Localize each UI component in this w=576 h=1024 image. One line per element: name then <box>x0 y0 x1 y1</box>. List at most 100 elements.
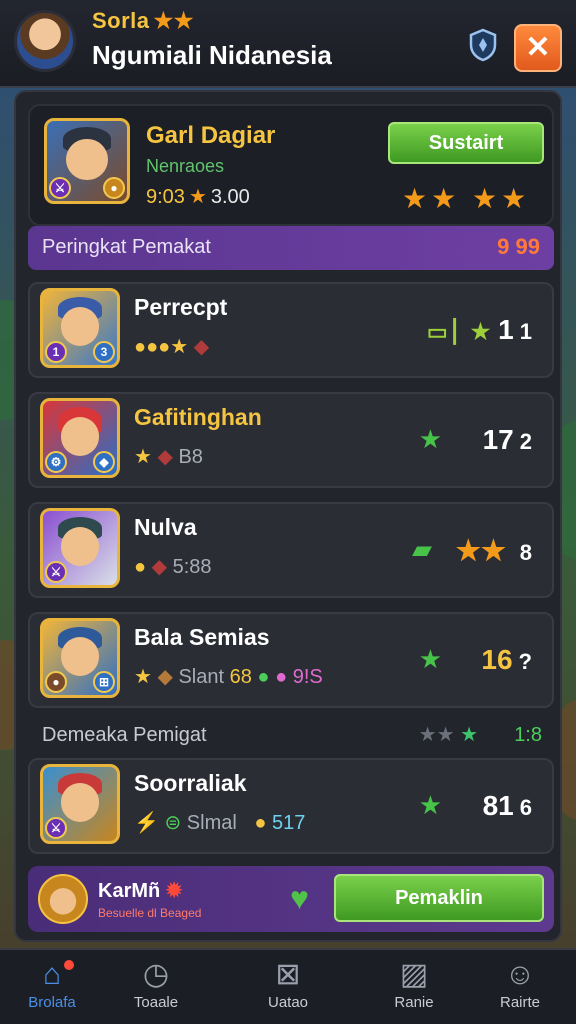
player-name-label: Nulva <box>134 514 197 540</box>
nav-label: Uatao <box>267 994 309 1011</box>
rank-badge-icon: ▭ ▏★ <box>426 319 491 344</box>
coin-icon: ●●●★ <box>134 336 189 358</box>
bottom-navigation: ⌂ Brolafa ◷ Toaale ⊠ Uatao ▨ Ranie ☺ Rai… <box>0 948 576 1024</box>
player-avatar[interactable] <box>14 10 76 72</box>
player-tag-stars: ★★ <box>153 8 194 33</box>
nav-item-ranie[interactable]: ▨ Ranie <box>364 956 464 1022</box>
featured-stat-time: 9:03 <box>146 186 185 208</box>
gem-icon: ◆ <box>151 556 168 578</box>
featured-name: Garl Dagiar <box>146 122 276 149</box>
player-name-label: Perrecpt <box>134 294 228 320</box>
rank-stars-icon: ★★ <box>455 535 506 566</box>
player-rank: ▭ ▏★ 11 <box>427 314 532 346</box>
leaf-icon: ▰ <box>412 534 432 564</box>
class-badge-icon: ⚔ <box>49 177 71 199</box>
leaderboard-row[interactable]: ⚔ Nulva ● ◆ 5:88 ▰ ★★ 8 <box>28 502 554 598</box>
section-value: 1:8 <box>514 724 542 746</box>
featured-stat-score: 3.00 <box>210 186 250 208</box>
coin-icon: ● <box>134 556 147 578</box>
section-title: Demeaka Pemigat <box>42 724 207 746</box>
shield-icon[interactable] <box>464 28 502 68</box>
player-rank: 16? <box>481 644 532 676</box>
coin-green-icon: ⊜ <box>164 812 182 834</box>
self-player-card[interactable]: KarMñ ✹ Besuelle dl Beaged ♥ Pemaklin <box>28 866 554 932</box>
resource-value: B8 <box>178 446 203 468</box>
leaf-icon: ★ <box>418 644 442 674</box>
class-badge-icon: ⚔ <box>45 817 67 839</box>
crossed-swords-icon[interactable]: ✕ <box>514 24 562 72</box>
ranking-header: Peringkat Pemakat 9 99 <box>28 226 554 270</box>
class-badge-icon: 1 <box>45 341 67 363</box>
resource-value: Slmal <box>186 812 237 834</box>
rank-value: 17 <box>482 424 514 455</box>
leaderboard-row[interactable]: ● ⊞ Bala Semias ★ ◆ Slant 68 ● ● 9!S ★ 1… <box>28 612 554 708</box>
notification-dot <box>64 960 74 970</box>
player-portrait: ⚔ <box>40 764 120 844</box>
rank-value: 1 <box>498 314 514 345</box>
gem-icon: ◆ <box>193 336 210 358</box>
player-name-label: Gafitinghan <box>134 404 262 430</box>
nav-item-uatao[interactable]: ⊠ Uatao <box>238 956 338 1022</box>
leaf-icon: ★ <box>418 424 442 454</box>
player-resources: ● ◆ 5:88 <box>134 554 212 579</box>
nav-item-home[interactable]: ⌂ Brolafa <box>2 956 102 1022</box>
home-icon: ⌂ <box>42 958 62 991</box>
map-icon: ▨ <box>399 958 429 991</box>
player-portrait: ● ⊞ <box>40 618 120 698</box>
nav-label: Rairte <box>499 994 540 1011</box>
level-badge-icon: ● <box>103 177 125 199</box>
leaderboard-row[interactable]: ⚙ ◆ Gafitinghan ★ ◆ B8 ★ 17 2 <box>28 392 554 488</box>
star-icon: ★ <box>134 446 152 468</box>
section-stars-icon: ★★ ★ <box>418 724 478 746</box>
gem-icon: ◆ <box>157 666 173 688</box>
leaf-icon: ★ <box>418 790 442 820</box>
player-tag: Sorla ★★ <box>92 8 194 34</box>
stopwatch-icon: ◷ <box>142 958 170 991</box>
player-tag-text: Sorla <box>92 8 150 33</box>
featured-stats: 9:03 ★ 3.00 <box>146 184 250 209</box>
resource-count: 68 <box>229 666 252 688</box>
player-rank: ★★ 8 <box>456 534 532 567</box>
self-name: KarMñ ✹ <box>98 880 183 902</box>
player-name-label: Soorraliak <box>134 770 247 796</box>
rank-value: 81 <box>482 790 514 821</box>
level-badge-icon: 3 <box>93 341 115 363</box>
resource-value: Slant <box>178 666 225 688</box>
class-badge-icon: ● <box>45 671 67 693</box>
featured-stars-icon: ★★ ★★ <box>402 183 531 214</box>
star-icon: ★ <box>134 666 152 688</box>
player-rank: 81 6 <box>483 790 532 822</box>
player-resources: ⚡ ⊜ Slmal ● 517 <box>134 810 305 835</box>
pemaklin-button[interactable]: Pemaklin <box>334 874 544 922</box>
player-resources: ★ ◆ B8 <box>134 444 203 469</box>
player-portrait: ⚙ ◆ <box>40 398 120 478</box>
gem-green-icon: ● <box>257 666 270 688</box>
start-button[interactable]: Sustairt <box>388 122 544 164</box>
rank-sub: 2 <box>519 429 532 454</box>
featured-portrait: ⚔ ● <box>44 118 130 204</box>
self-avatar <box>38 874 88 924</box>
flame-icon: ✹ <box>165 880 183 902</box>
rank-value: 16 <box>481 644 513 675</box>
section-header: Demeaka Pemigat ★★ ★ 1:8 <box>28 714 554 754</box>
leaderboard-row[interactable]: ⚔ Soorraliak ⚡ ⊜ Slmal ● 517 ★ 81 6 <box>28 758 554 854</box>
rank-sub: ? <box>518 649 532 674</box>
class-badge-icon: ⚙ <box>45 451 67 473</box>
lightning-icon: ⚡ <box>134 812 159 834</box>
resource-count-pink: ● 9!S <box>275 666 323 688</box>
player-resources: ●●●★ ◆ <box>134 334 209 359</box>
resource-count: 517 <box>272 812 306 834</box>
close-box-icon: ⊠ <box>275 958 301 991</box>
resource-value: 5:88 <box>172 556 212 578</box>
player-portrait: 1 3 <box>40 288 120 368</box>
coin-stack-icon: ● <box>254 812 267 834</box>
nav-item-toaale[interactable]: ◷ Toaale <box>106 956 206 1022</box>
heart-icon[interactable]: ♥ <box>290 880 309 917</box>
rank-sub: 6 <box>519 795 532 820</box>
leaderboard-row[interactable]: 1 3 Perrecpt ●●●★ ◆ ▭ ▏★ 11 <box>28 282 554 378</box>
nav-item-rairte[interactable]: ☺ Rairte <box>470 956 570 1022</box>
level-badge-icon: ◆ <box>93 451 115 473</box>
featured-subtitle: Nenraoes <box>146 156 225 176</box>
featured-player-card[interactable]: ⚔ ● Garl Dagiar Nenraoes 9:03 ★ 3.00 Susta… <box>28 104 554 226</box>
profile-icon: ☺ <box>504 958 536 991</box>
